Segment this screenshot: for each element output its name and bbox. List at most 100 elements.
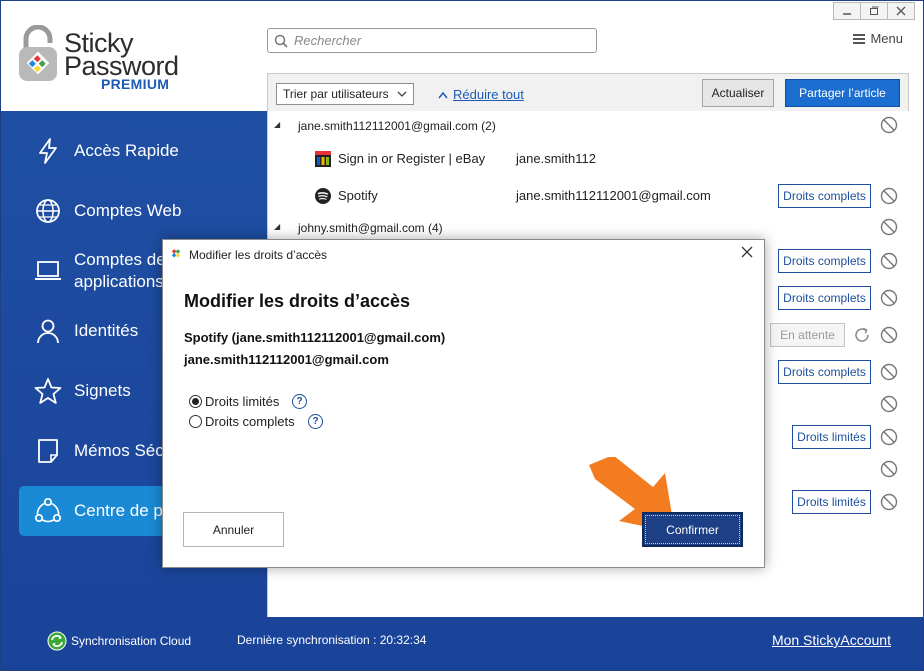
collapse-all-label: Réduire tout bbox=[453, 87, 524, 102]
sidebar-item-web-accounts[interactable]: Comptes Web bbox=[19, 186, 267, 236]
pending-button: En attente bbox=[770, 323, 845, 347]
close-window-button[interactable] bbox=[887, 2, 915, 20]
sidebar-item-label-line2: applications bbox=[74, 272, 164, 291]
app-logo: Sticky Password PREMIUM bbox=[17, 23, 237, 93]
restore-button[interactable] bbox=[860, 2, 888, 20]
confirm-button[interactable]: Confirmer bbox=[642, 512, 743, 547]
restore-icon bbox=[870, 6, 879, 15]
laptop-icon bbox=[33, 256, 63, 286]
globe-icon bbox=[33, 196, 63, 226]
revoke-icon[interactable] bbox=[880, 363, 898, 381]
collapse-triangle-icon[interactable]: ◢ bbox=[274, 120, 280, 129]
sort-select[interactable]: Trier par utilisateurs bbox=[276, 83, 414, 105]
sidebar-item-label: Accès Rapide bbox=[74, 141, 179, 160]
limited-rights-button[interactable]: Droits limités bbox=[792, 490, 871, 514]
share-icon bbox=[33, 496, 63, 526]
resend-icon[interactable] bbox=[853, 326, 871, 344]
list-item[interactable]: Sign in or Register | eBay jane.smith112 bbox=[268, 144, 910, 174]
revoke-icon[interactable] bbox=[880, 289, 898, 307]
my-account-link[interactable]: Mon StickyAccount bbox=[772, 632, 891, 648]
sidebar-item-label-line1: Comptes de bbox=[74, 250, 166, 269]
lightning-icon bbox=[33, 136, 63, 166]
star-icon bbox=[33, 376, 63, 406]
group-label: jane.smith112112001@gmail.com (2) bbox=[298, 119, 496, 133]
minimize-icon bbox=[843, 13, 851, 15]
note-icon bbox=[33, 436, 63, 466]
status-bar: Synchronisation Cloud Dernière synchroni… bbox=[1, 617, 923, 670]
sidebar-item-label: Mémos Séc bbox=[74, 441, 164, 460]
dialog-heading: Modifier les droits d’accès bbox=[184, 291, 411, 311]
sticky-lock-logo-icon bbox=[19, 25, 57, 81]
item-user: jane.smith112 bbox=[516, 151, 596, 166]
dialog-titlebar: Modifier les droits d’accès bbox=[163, 240, 764, 270]
radio-limited-rights[interactable]: Droits limités bbox=[189, 394, 279, 409]
last-sync-text: Dernière synchronisation : 20:32:34 bbox=[237, 633, 427, 647]
revoke-icon[interactable] bbox=[880, 187, 898, 205]
edit-access-rights-dialog: Modifier les droits d’accès Modifier les… bbox=[162, 239, 765, 568]
item-name: Spotify bbox=[338, 188, 378, 203]
minimize-button[interactable] bbox=[833, 2, 861, 20]
list-group-row[interactable]: ◢ jane.smith112112001@gmail.com (2) bbox=[268, 111, 910, 141]
radio-button-checked[interactable] bbox=[189, 395, 202, 408]
revoke-icon[interactable] bbox=[880, 218, 898, 236]
revoke-icon[interactable] bbox=[880, 395, 898, 413]
search-icon bbox=[274, 34, 288, 48]
revoke-icon[interactable] bbox=[880, 493, 898, 511]
app-small-logo-icon bbox=[170, 249, 182, 261]
list-toolbar: Trier par utilisateurs Réduire tout Actu… bbox=[267, 73, 909, 111]
radio-label: Droits complets bbox=[205, 414, 295, 429]
close-icon bbox=[896, 6, 906, 16]
radio-label: Droits limités bbox=[205, 394, 280, 409]
dialog-item-name: Spotify (jane.smith112112001@gmail.com) bbox=[184, 330, 446, 345]
revoke-icon[interactable] bbox=[880, 252, 898, 270]
sidebar-item-label: Comptes de applications bbox=[74, 249, 166, 293]
sidebar-item-label: Identités bbox=[74, 321, 139, 340]
sync-icon bbox=[47, 631, 67, 651]
spotify-icon bbox=[315, 188, 331, 204]
radio-button-unchecked[interactable] bbox=[189, 415, 202, 428]
menu-button[interactable]: Menu bbox=[853, 31, 903, 46]
help-icon[interactable]: ? bbox=[292, 394, 307, 409]
chevron-down-icon bbox=[397, 91, 407, 97]
sync-label: Synchronisation Cloud bbox=[71, 634, 192, 648]
window-controls bbox=[833, 2, 915, 20]
hamburger-icon bbox=[853, 33, 866, 44]
help-icon[interactable]: ? bbox=[308, 414, 323, 429]
sidebar-item-label: Signets bbox=[74, 381, 131, 400]
logo-line3: PREMIUM bbox=[101, 76, 170, 92]
full-rights-button[interactable]: Droits complets bbox=[778, 184, 871, 208]
refresh-button[interactable]: Actualiser bbox=[702, 79, 774, 107]
cloud-sync[interactable]: Synchronisation Cloud bbox=[47, 631, 191, 651]
close-dialog-icon[interactable] bbox=[740, 245, 754, 259]
full-rights-button[interactable]: Droits complets bbox=[778, 249, 871, 273]
app-window: Sticky Password PREMIUM Menu Accès Rapid… bbox=[0, 0, 924, 671]
chevron-up-icon bbox=[438, 91, 448, 98]
collapse-triangle-icon[interactable]: ◢ bbox=[274, 222, 280, 231]
dialog-title: Modifier les droits d’accès bbox=[189, 248, 328, 262]
menu-label: Menu bbox=[870, 31, 903, 46]
share-item-button[interactable]: Partager l’article bbox=[785, 79, 900, 107]
collapse-all-link[interactable]: Réduire tout bbox=[438, 87, 524, 102]
search-input[interactable] bbox=[294, 33, 574, 48]
sidebar-item-quick-access[interactable]: Accès Rapide bbox=[19, 126, 267, 176]
item-user: jane.smith112112001@gmail.com bbox=[516, 188, 711, 203]
revoke-icon[interactable] bbox=[880, 326, 898, 344]
dialog-recipient: jane.smith112112001@gmail.com bbox=[184, 352, 389, 367]
radio-full-rights[interactable]: Droits complets bbox=[189, 414, 295, 429]
sidebar-item-label: Comptes Web bbox=[74, 201, 182, 220]
list-item[interactable]: Spotify jane.smith112112001@gmail.com Dr… bbox=[268, 181, 910, 211]
group-label: johny.smith@gmail.com (4) bbox=[298, 221, 443, 235]
ebay-icon bbox=[315, 151, 331, 167]
limited-rights-button[interactable]: Droits limités bbox=[792, 425, 871, 449]
revoke-icon[interactable] bbox=[880, 460, 898, 478]
search-box[interactable] bbox=[267, 28, 597, 53]
revoke-icon[interactable] bbox=[880, 428, 898, 446]
revoke-icon[interactable] bbox=[880, 116, 898, 134]
person-icon bbox=[33, 316, 63, 346]
full-rights-button[interactable]: Droits complets bbox=[778, 286, 871, 310]
item-name: Sign in or Register | eBay bbox=[338, 151, 486, 166]
sort-select-value: Trier par utilisateurs bbox=[283, 87, 389, 101]
sidebar-item-label: Centre de p bbox=[74, 501, 163, 520]
full-rights-button[interactable]: Droits complets bbox=[778, 360, 871, 384]
cancel-button[interactable]: Annuler bbox=[183, 512, 284, 547]
